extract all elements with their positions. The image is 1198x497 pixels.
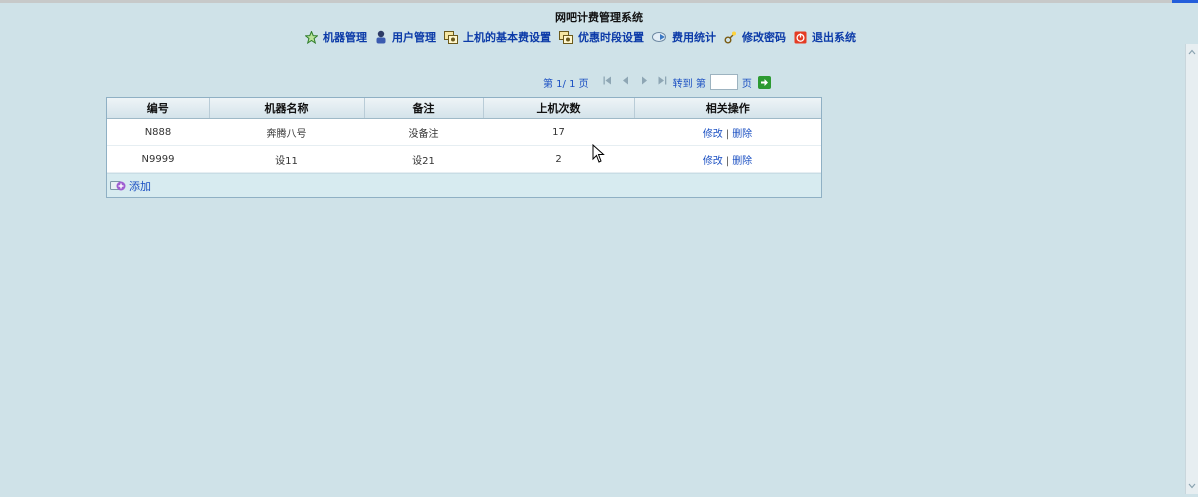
machine-table: 编号 机器名称 备注 上机次数 相关操作 N888 奔腾八号 没备注 17 修改…: [106, 97, 822, 198]
stats-icon: [652, 32, 666, 42]
page-suffix: 页: [741, 78, 752, 90]
nav-label: 修改密码: [742, 31, 786, 44]
nav-change-password[interactable]: 修改密码: [724, 29, 786, 45]
nav-label: 机器管理: [323, 31, 367, 44]
cell-actions: 修改 | 删除: [634, 118, 821, 146]
add-button[interactable]: 添加: [110, 178, 151, 194]
nav-label: 用户管理: [392, 31, 436, 44]
cell-actions: 修改 | 删除: [634, 145, 821, 173]
cell-id: N888: [107, 118, 209, 146]
cell-count: 2: [483, 145, 634, 173]
main-nav: 机器管理 用户管理 上机的基本费设置 优惠时段设置 费用统计 修改密码 退出系统: [305, 28, 864, 46]
add-icon: [110, 181, 126, 191]
column-header-name: 机器名称: [209, 98, 365, 119]
cell-name: 设11: [209, 145, 364, 173]
column-header-count: 上机次数: [483, 98, 635, 119]
user-icon: [376, 30, 386, 44]
star-icon: [305, 30, 318, 44]
nav-label: 退出系统: [812, 31, 856, 44]
column-header-id: 编号: [107, 98, 210, 119]
separator: |: [725, 155, 730, 167]
page-number-input[interactable]: [709, 74, 738, 90]
delete-link[interactable]: 删除: [732, 129, 752, 140]
window-top-edge: [0, 0, 1198, 3]
table-row: N888 奔腾八号 没备注 17 修改 | 删除: [107, 118, 821, 146]
vertical-scrollbar[interactable]: [1185, 44, 1198, 494]
arrow-right-icon: [760, 78, 768, 86]
column-header-actions: 相关操作: [634, 98, 821, 119]
nav-label: 优惠时段设置: [578, 31, 644, 44]
table-row: N9999 设11 设21 2 修改 | 删除: [107, 145, 821, 173]
nav-exit-system[interactable]: 退出系统: [794, 29, 856, 45]
cell-name: 奔腾八号: [209, 118, 364, 146]
cell-id: N9999: [107, 145, 209, 173]
scroll-up-icon[interactable]: [1186, 46, 1198, 58]
edit-link[interactable]: 修改: [703, 129, 723, 140]
nav-label: 费用统计: [672, 31, 716, 44]
column-header-note: 备注: [364, 98, 484, 119]
nav-fee-statistics[interactable]: 费用统计: [652, 29, 716, 45]
next-page-icon[interactable]: [640, 76, 648, 88]
edit-link[interactable]: 修改: [703, 156, 723, 167]
prev-page-icon[interactable]: [622, 76, 630, 88]
last-page-icon[interactable]: [658, 76, 667, 88]
table-header-row: 编号 机器名称 备注 上机次数 相关操作: [107, 98, 821, 119]
separator: |: [725, 128, 730, 140]
cell-note: 没备注: [364, 118, 483, 146]
go-button[interactable]: [757, 75, 771, 89]
cell-count: 17: [483, 118, 634, 146]
exit-icon: [794, 31, 807, 43]
first-page-icon[interactable]: [603, 76, 612, 88]
key-icon: [724, 31, 736, 43]
scroll-down-icon[interactable]: [1186, 480, 1198, 492]
pagination: 第 1/ 1 页 转到 第 页: [543, 74, 771, 90]
settings-icon: [559, 30, 573, 44]
goto-label: 转到 第: [672, 78, 706, 90]
settings-icon: [444, 30, 458, 44]
nav-discount-period-settings[interactable]: 优惠时段设置: [559, 29, 644, 45]
mouse-cursor-icon: [592, 143, 606, 167]
nav-label: 上机的基本费设置: [463, 31, 551, 44]
nav-user-management[interactable]: 用户管理: [375, 29, 436, 45]
page-info: 第 1/ 1 页: [543, 78, 589, 90]
nav-basic-fee-settings[interactable]: 上机的基本费设置: [444, 29, 551, 45]
page-title: 网吧计费管理系统: [555, 11, 643, 24]
delete-link[interactable]: 删除: [732, 156, 752, 167]
window-corner: [1172, 0, 1198, 3]
cell-note: 设21: [364, 145, 483, 173]
nav-machine-management[interactable]: 机器管理: [305, 29, 367, 45]
add-row: 添加: [107, 173, 821, 197]
add-label: 添加: [129, 179, 151, 193]
